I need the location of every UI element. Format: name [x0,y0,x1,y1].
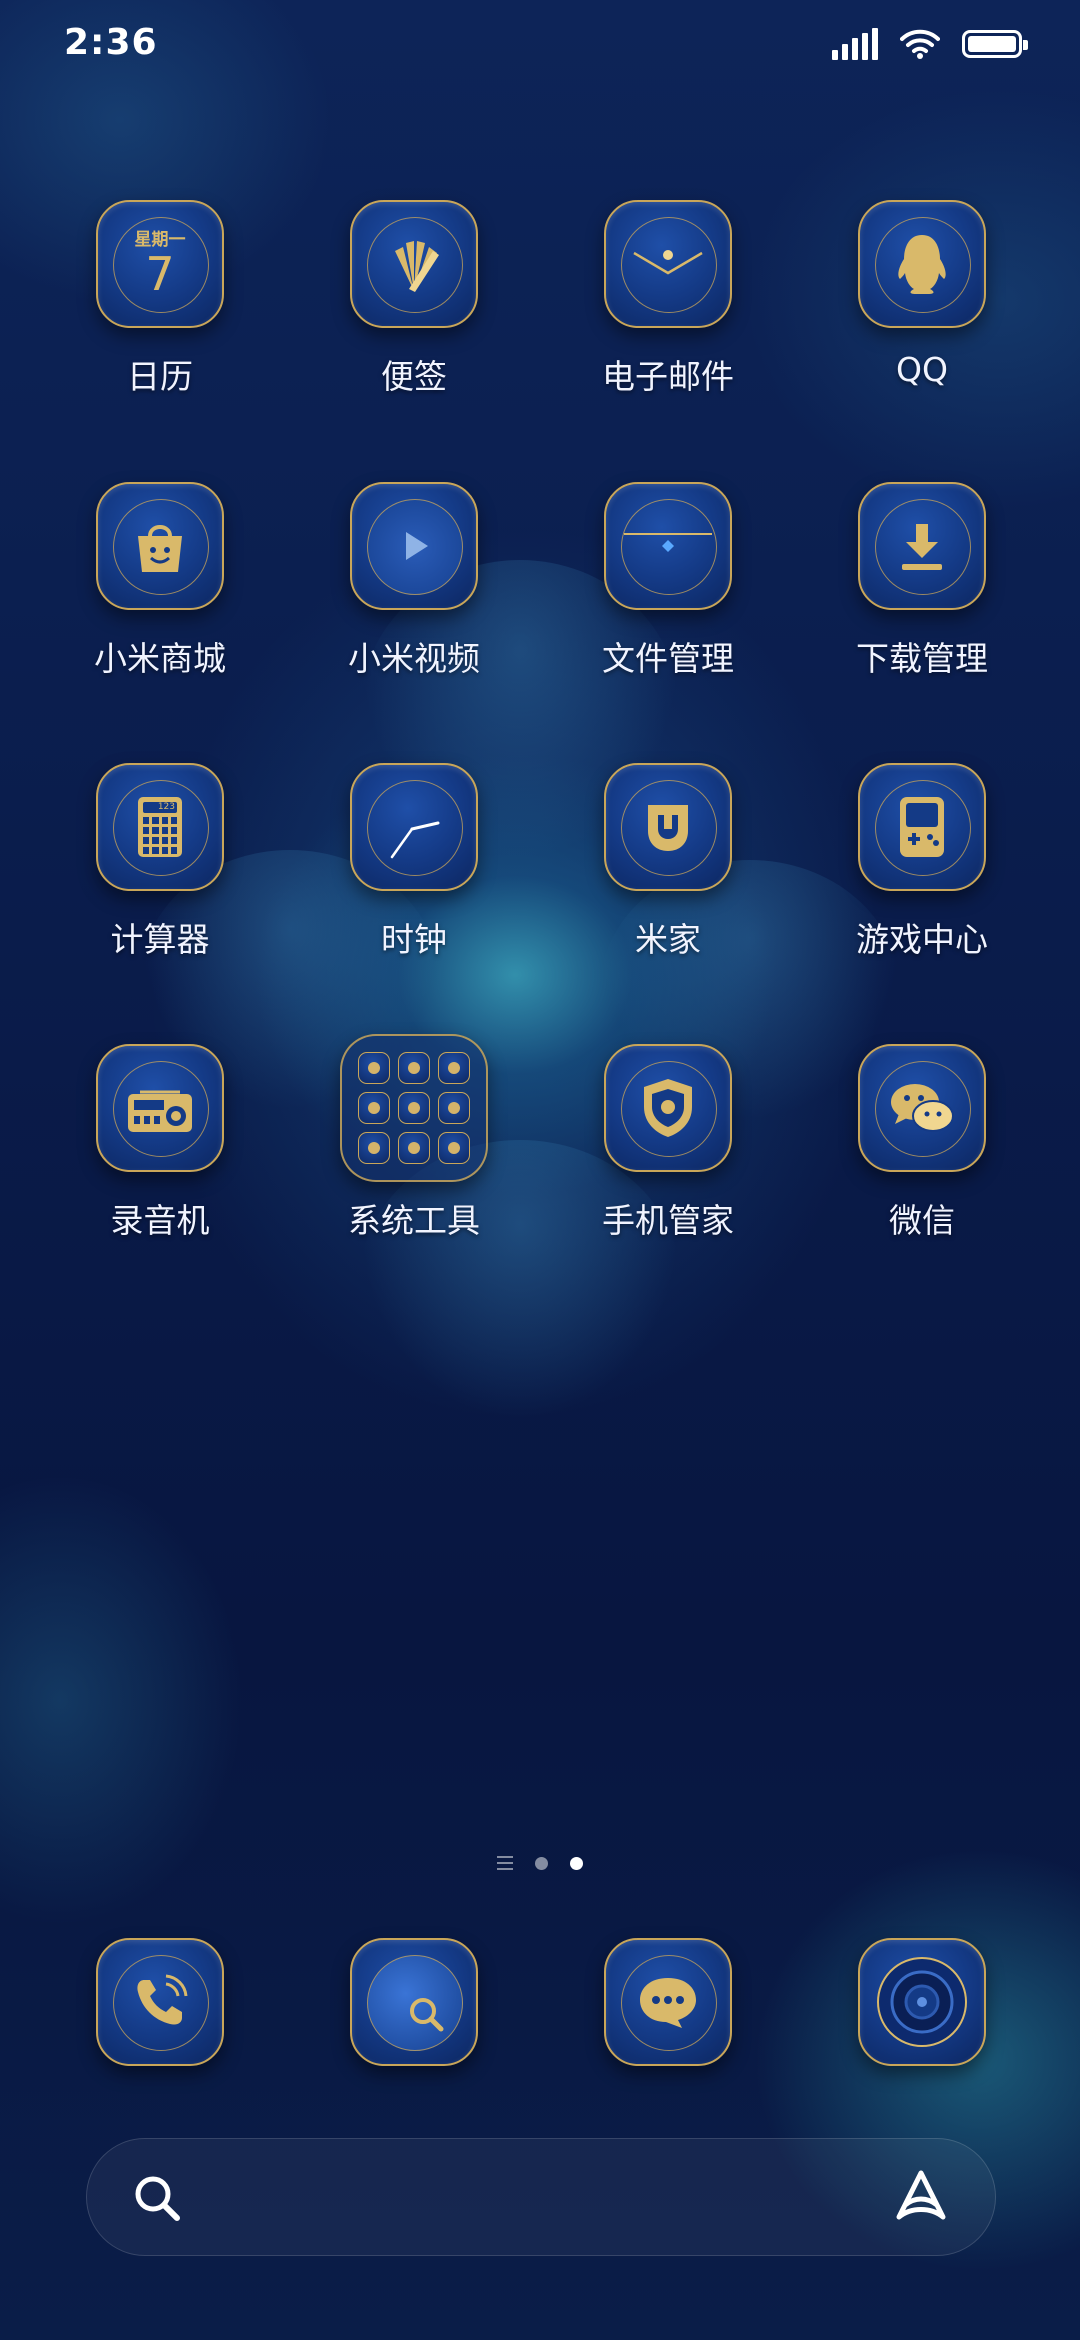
wifi-icon [900,29,940,59]
page-dot[interactable] [535,1856,548,1870]
app-mi-store[interactable]: 小米商城 [60,482,260,680]
clock-icon [350,763,478,891]
wechat-icon [858,1044,986,1172]
folder-mini-app-icon [398,1092,430,1124]
qq-penguin-icon [858,200,986,328]
browser-globe-icon [350,1938,478,2066]
folder-system-tools-icon [340,1034,488,1182]
app-label: 手机管家 [602,1201,734,1240]
camera-icon [858,1938,986,2066]
app-label: 文件管理 [602,639,734,678]
app-qq[interactable]: QQ [822,200,1022,389]
page-indicator[interactable] [0,1856,1080,1870]
app-label: 下载管理 [856,639,988,678]
battery-icon [962,30,1028,58]
mijia-icon [604,763,732,891]
gamepad-icon [858,763,986,891]
folder-mini-app-icon [398,1052,430,1084]
app-label: 计算器 [110,920,210,959]
app-mi-video[interactable]: 小米视频 [314,482,514,680]
calendar-day: 7 [145,246,175,301]
shopping-bag-icon [96,482,224,610]
search-icon[interactable] [131,2172,183,2224]
page-dot-active[interactable] [570,1856,583,1870]
app-security[interactable]: 手机管家 [568,1044,768,1242]
assistant-icon[interactable] [891,2167,951,2227]
cellular-signal-icon [832,28,878,60]
search-bar[interactable] [86,2138,996,2256]
dock-phone[interactable] [60,1938,260,2066]
app-label: 电子邮件 [602,357,734,396]
app-wechat[interactable]: 微信 [822,1044,1022,1242]
play-icon [350,482,478,610]
folder-mini-app-icon [438,1052,470,1084]
app-calendar[interactable]: 星期一 7 日历 [60,200,260,398]
app-label: 便签 [381,357,447,396]
app-label: 时钟 [381,920,447,959]
shield-icon [604,1044,732,1172]
folder-mini-app-icon [438,1132,470,1164]
app-label: 日历 [127,357,193,396]
app-email[interactable]: 电子邮件 [568,200,768,398]
status-bar: 2:36 [0,0,1080,100]
calculator-display: 123 [143,802,177,813]
app-label: 小米视频 [348,639,480,678]
folder-icon [604,482,732,610]
download-icon [858,482,986,610]
folder-mini-app-icon [398,1132,430,1164]
app-mijia[interactable]: 米家 [568,763,768,961]
app-label: 系统工具 [348,1201,480,1240]
dock-camera[interactable] [822,1938,1022,2066]
folder-mini-app-icon [358,1092,390,1124]
messages-icon [604,1938,732,2066]
app-recorder[interactable]: 录音机 [60,1044,260,1242]
app-label: 录音机 [110,1201,210,1240]
page-indicator-menu-icon[interactable] [497,1856,513,1870]
notes-icon [350,200,478,328]
app-label: 米家 [635,920,701,959]
app-label: 游戏中心 [856,920,988,959]
folder-mini-app-icon [438,1092,470,1124]
folder-mini-app-icon [358,1052,390,1084]
dock-messages[interactable] [568,1938,768,2066]
phone-icon [96,1938,224,2066]
calendar-icon: 星期一 7 [96,200,224,328]
app-clock[interactable]: 时钟 [314,763,514,961]
calendar-weekday: 星期一 [134,229,186,250]
app-download-manager[interactable]: 下载管理 [822,482,1022,680]
status-time: 2:36 [64,22,158,63]
app-system-tools-folder[interactable]: 系统工具 [314,1034,514,1242]
radio-recorder-icon [96,1044,224,1172]
app-file-manager[interactable]: 文件管理 [568,482,768,680]
email-icon [604,200,732,328]
app-calculator[interactable]: 123 计算器 [60,763,260,961]
app-label: QQ [896,350,948,389]
folder-mini-app-icon [358,1132,390,1164]
app-game-center[interactable]: 游戏中心 [822,763,1022,961]
calculator-icon: 123 [96,763,224,891]
app-notes[interactable]: 便签 [314,200,514,398]
dock-browser[interactable] [314,1938,514,2066]
app-label: 小米商城 [94,639,226,678]
app-label: 微信 [889,1201,955,1240]
